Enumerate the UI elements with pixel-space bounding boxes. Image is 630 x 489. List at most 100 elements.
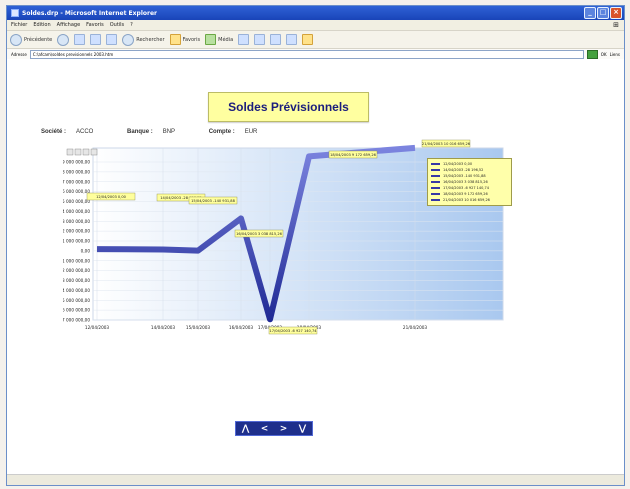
go-button[interactable]	[586, 50, 598, 59]
y-tick-label: 3 000 000,00	[63, 219, 90, 224]
y-tick-label: 2 000 000,00	[63, 229, 90, 234]
home-button[interactable]	[106, 34, 118, 45]
first-record-button[interactable]: ⋀	[242, 424, 250, 434]
page-title: Soldes Prévisionnels	[228, 100, 349, 114]
chart-toolbar	[66, 148, 98, 156]
legend-label: 15/04/2003 -140 931,88	[443, 174, 486, 178]
account-info: Société : ACCO Banque : BNP Compte : EUR	[41, 129, 289, 135]
data-label: 17/04/2003 -6 927 140,74	[269, 329, 317, 333]
refresh-button[interactable]	[90, 34, 102, 45]
y-tick-label: 6 000 000,00	[63, 189, 90, 194]
favorites-button[interactable]: Favoris	[169, 34, 200, 45]
windows-logo-icon: ⊞	[613, 21, 619, 29]
save-chart-icon[interactable]	[66, 148, 74, 156]
status-bar	[7, 474, 624, 485]
y-tick-label: 7 000 000,00	[63, 179, 90, 184]
data-label: 12/04/2003 0,00	[96, 195, 127, 199]
title-bar: Soldes.drp - Microsoft Internet Explorer…	[7, 6, 624, 20]
back-arrow-icon	[10, 33, 22, 46]
address-label: Adresse	[11, 52, 27, 57]
navigation-toolbar: Précédente Rechercher Favoris Média	[7, 31, 624, 49]
mail-button[interactable]	[254, 34, 266, 45]
menu-edition[interactable]: Edition	[33, 22, 50, 28]
menu-help[interactable]: ?	[130, 22, 133, 28]
legend-label: 14/04/2003 -28 196,52	[443, 168, 484, 172]
banque-value: BNP	[162, 129, 176, 135]
y-tick-label: -5 000 000,00	[63, 298, 90, 303]
y-tick-label: -3 000 000,00	[63, 278, 90, 283]
history-button[interactable]	[238, 34, 250, 45]
y-tick-label: 4 000 000,00	[63, 209, 90, 214]
chart-legend: 12/04/2003 0,00 14/04/2003 -28 196,52 15/0…	[427, 158, 512, 206]
last-record-button[interactable]: ⋁	[299, 424, 307, 434]
next-record-button[interactable]: >	[280, 424, 288, 434]
banque-label: Banque :	[127, 129, 153, 135]
stop-button[interactable]	[74, 34, 86, 45]
window-title: Soldes.drp - Microsoft Internet Explorer	[22, 9, 157, 17]
data-label: 15/04/2003 -140 931,88	[191, 199, 235, 203]
y-tick-label: -6 000 000,00	[63, 308, 90, 313]
x-tick-label: 12/04/2003	[85, 325, 109, 330]
y-tick-label: -4 000 000,00	[63, 288, 90, 293]
data-label: 16/04/2003 3 038 815,26	[236, 232, 283, 236]
compte-value: EUR	[244, 129, 258, 135]
navigation-buttons: ⋀ < > ⋁	[235, 421, 313, 436]
minimize-button[interactable]: _	[584, 7, 596, 19]
societe-label: Société :	[41, 129, 67, 135]
legend-label: 17/04/2003 -6 927 140,74	[443, 186, 489, 190]
search-icon	[122, 33, 135, 46]
go-label: OK	[600, 52, 607, 57]
address-field[interactable]: C:\afcam\soldes previsionnels 2003.htm	[29, 50, 584, 59]
close-button[interactable]: ×	[610, 7, 622, 19]
legend-label: 21/04/2003 10 016 659,26	[443, 198, 490, 202]
edit-button[interactable]	[286, 34, 298, 45]
page-content: Soldes Prévisionnels Société : ACCO Banqu…	[7, 59, 624, 475]
legend-label: 16/04/2003 3 038 815,26	[443, 180, 488, 184]
folder-icon[interactable]	[302, 34, 314, 45]
x-tick-label: 16/04/2003	[229, 325, 253, 330]
legend-item: 21/04/2003 10 016 659,26	[431, 197, 508, 203]
y-tick-label: 0,00	[81, 248, 91, 253]
legend-line-icon	[431, 169, 440, 171]
menu-fichier[interactable]: Fichier	[11, 22, 27, 28]
x-tick-label: 14/04/2003	[151, 325, 175, 330]
x-tick-label: 15/04/2003	[186, 325, 210, 330]
y-tick-label: -1 000 000,00	[63, 258, 90, 263]
x-tick-label: 21/04/2003	[403, 325, 427, 330]
y-tick-label: 5 000 000,00	[63, 199, 90, 204]
forward-button[interactable]	[57, 33, 70, 46]
media-button[interactable]: Média	[205, 34, 233, 45]
zoom-chart-icon[interactable]	[90, 148, 98, 156]
societe-value: ACCO	[76, 129, 94, 135]
menu-bar: Fichier Edition Affichage Favoris Outils…	[7, 20, 624, 31]
data-label: 21/04/2003 10 016 659,26	[422, 142, 471, 146]
menu-favoris[interactable]: Favoris	[86, 22, 104, 28]
menu-outils[interactable]: Outils	[110, 22, 124, 28]
legend-line-icon	[431, 181, 440, 183]
internet-explorer-icon	[11, 9, 19, 17]
legend-line-icon	[431, 193, 440, 195]
search-button[interactable]: Rechercher	[122, 33, 165, 46]
y-tick-label: 1 000 000,00	[63, 239, 90, 244]
print-chart-icon[interactable]	[82, 148, 90, 156]
compte-label: Compte :	[208, 129, 235, 135]
star-icon	[169, 34, 181, 45]
page-title-box: Soldes Prévisionnels	[208, 92, 369, 122]
legend-line-icon	[431, 199, 440, 201]
copy-chart-icon[interactable]	[74, 148, 82, 156]
print-button[interactable]	[270, 34, 282, 45]
menu-affichage[interactable]: Affichage	[57, 22, 81, 28]
media-icon	[205, 34, 217, 45]
y-tick-label: -2 000 000,00	[63, 268, 90, 273]
back-button[interactable]: Précédente	[10, 33, 52, 46]
legend-line-icon	[431, 163, 440, 165]
legend-line-icon	[431, 187, 440, 189]
previous-record-button[interactable]: <	[261, 424, 269, 434]
links-label[interactable]: Liens	[610, 52, 620, 57]
legend-line-icon	[431, 175, 440, 177]
y-tick-label: 9 000 000,00	[63, 160, 90, 165]
maximize-button[interactable]: □	[597, 7, 609, 19]
legend-label: 18/04/2003 9 172 659,26	[443, 192, 488, 196]
y-tick-label: 8 000 000,00	[63, 169, 90, 174]
y-tick-label: -7 000 000,00	[63, 318, 90, 323]
